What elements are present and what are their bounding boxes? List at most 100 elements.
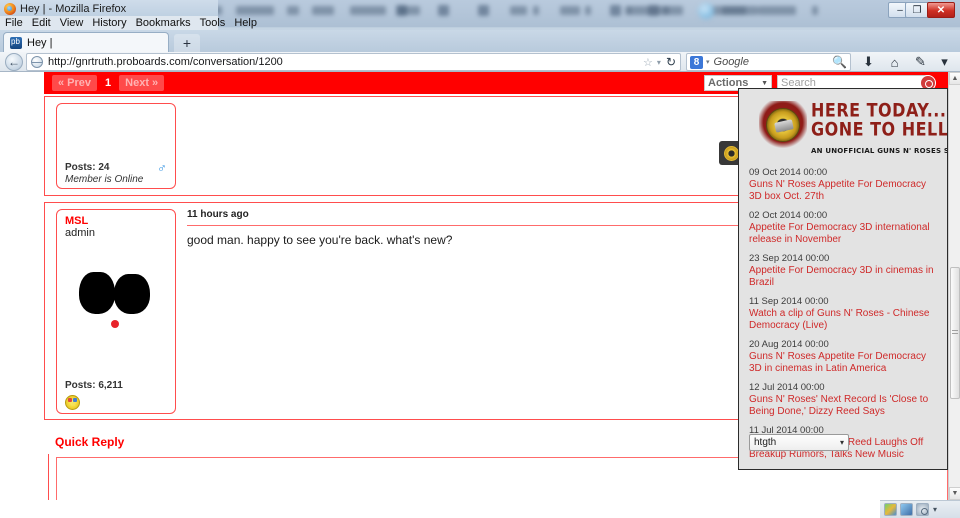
- news-link[interactable]: Appetite For Democracy 3D international …: [749, 222, 937, 246]
- firefox-menubar: File Edit View History Bookmarks Tools H…: [0, 16, 257, 30]
- menu-item-history[interactable]: History: [92, 17, 126, 29]
- menu-item-view[interactable]: View: [60, 17, 84, 29]
- maximize-button[interactable]: ❐: [905, 2, 929, 18]
- close-icon: ✕: [936, 4, 946, 16]
- browser-search-box[interactable]: 8 ▾ Google 🔍: [686, 53, 851, 71]
- logo-tagline: AN UNOFFICIAL GUNS N' ROSES SITE: [811, 147, 948, 155]
- news-item: 12 Jul 2014 00:00 Guns N' Roses' Next Re…: [749, 382, 937, 418]
- news-date: 23 Sep 2014 00:00: [749, 253, 830, 264]
- news-item: 11 Sep 2014 00:00 Watch a clip of Guns N…: [749, 296, 937, 332]
- tab-hey[interactable]: Hey |: [3, 32, 169, 52]
- plus-icon: +: [182, 35, 192, 51]
- post-author-name-2[interactable]: MSL: [57, 210, 175, 227]
- logo-line-2: GONE TO HELL!: [811, 118, 948, 141]
- search-icon[interactable]: 🔍: [832, 55, 847, 69]
- pagination: « Prev 1 Next »: [52, 75, 165, 91]
- navigation-toolbar: ← http://gnrtruth.proboards.com/conversa…: [0, 52, 960, 72]
- chevron-down-icon: ▾: [839, 438, 844, 447]
- news-date: 02 Oct 2014 00:00: [749, 210, 828, 221]
- chevron-down-icon: ▼: [951, 490, 959, 497]
- tab-strip: Hey | +: [0, 30, 960, 52]
- menu-item-tools[interactable]: Tools: [200, 17, 226, 29]
- reload-icon[interactable]: ↻: [666, 55, 676, 69]
- back-button[interactable]: ←: [5, 53, 23, 71]
- chevron-up-icon: ▲: [951, 75, 959, 82]
- award-badge-icon: [65, 395, 80, 410]
- new-tab-button[interactable]: +: [174, 34, 200, 52]
- chevron-down-icon[interactable]: ▾: [657, 58, 661, 67]
- post-author-card-2: MSL admin Posts: 6,211: [56, 209, 176, 414]
- maximize-icon: ❐: [912, 4, 922, 16]
- download-icon: ⬇: [863, 54, 874, 69]
- post-author-card-1: Posts: 24 Member is Online ♂: [56, 103, 176, 189]
- menu-item-bookmarks[interactable]: Bookmarks: [136, 17, 191, 29]
- address-bar[interactable]: http://gnrtruth.proboards.com/conversati…: [26, 53, 681, 71]
- scrollbar-grip-icon: [952, 330, 958, 336]
- tray-network-icon[interactable]: [884, 503, 897, 516]
- home-button[interactable]: ⌂: [886, 54, 903, 70]
- news-date: 11 Sep 2014 00:00: [749, 296, 829, 307]
- news-link[interactable]: Guns N' Roses Appetite For Democracy 3D …: [749, 179, 937, 203]
- news-link[interactable]: Appetite For Democracy 3D in cinemas in …: [749, 265, 937, 289]
- news-link[interactable]: Guns N' Roses Appetite For Democracy 3D …: [749, 351, 937, 375]
- url-text: http://gnrtruth.proboards.com/conversati…: [48, 56, 283, 68]
- news-link[interactable]: Guns N' Roses' Next Record Is 'Close to …: [749, 394, 937, 418]
- system-tray: ▾: [880, 500, 960, 518]
- news-item: 23 Sep 2014 00:00 Appetite For Democracy…: [749, 253, 937, 289]
- news-item: 02 Oct 2014 00:00 Appetite For Democracy…: [749, 210, 937, 246]
- chevron-down-icon: ▼: [761, 79, 768, 87]
- scrollbar-thumb[interactable]: [950, 267, 960, 399]
- post-author-rank-2: admin: [65, 227, 95, 239]
- prev-page-button[interactable]: « Prev: [52, 75, 98, 91]
- page-scrollbar[interactable]: ▲ ▼: [948, 72, 960, 500]
- proboards-favicon-icon: [10, 36, 22, 49]
- news-item: 20 Aug 2014 00:00 Guns N' Roses Appetite…: [749, 339, 937, 375]
- bookmarks-button[interactable]: ✎: [912, 54, 929, 70]
- window-title-text: Hey | - Mozilla Firefox: [20, 3, 127, 15]
- scroll-down-button[interactable]: ▼: [949, 487, 960, 500]
- site-logo-text: HERE TODAY... GONE TO HELL! AN UNOFFICIA…: [811, 99, 948, 155]
- tab-title: Hey |: [27, 36, 53, 49]
- site-logo: HERE TODAY... GONE TO HELL! AN UNOFFICIA…: [759, 97, 947, 159]
- tray-display-icon[interactable]: [900, 503, 913, 516]
- search-engine-label: Google: [713, 56, 749, 68]
- news-panel: HERE TODAY... GONE TO HELL! AN UNOFFICIA…: [738, 88, 948, 470]
- back-arrow-icon: ←: [8, 55, 20, 69]
- avatar: [79, 272, 159, 328]
- home-icon: ⌂: [890, 54, 899, 70]
- post-message-2: good man. happy to see you're back. what…: [187, 233, 453, 247]
- globe-icon: [31, 56, 43, 68]
- page-bottom-strip: [0, 500, 880, 518]
- downloads-button[interactable]: ⬇: [860, 54, 877, 70]
- news-date: 20 Aug 2014 00:00: [749, 339, 829, 350]
- tray-settings-gear-icon[interactable]: [916, 503, 929, 516]
- news-link[interactable]: Watch a clip of Guns N' Roses - Chinese …: [749, 308, 937, 332]
- menu-item-edit[interactable]: Edit: [32, 17, 51, 29]
- guns-n-roses-emblem-icon: [759, 101, 807, 149]
- toolbar-overflow-button[interactable]: ▾: [936, 54, 953, 70]
- menu-item-help[interactable]: Help: [234, 17, 257, 29]
- menu-item-file[interactable]: File: [5, 17, 23, 29]
- current-page-label: 1: [105, 77, 112, 89]
- google-badge-icon: 8: [690, 55, 703, 69]
- news-list: 09 Oct 2014 00:00 Guns N' Roses Appetite…: [749, 167, 937, 468]
- next-page-button[interactable]: Next »: [119, 75, 165, 91]
- news-date: 09 Oct 2014 00:00: [749, 167, 828, 178]
- gender-male-icon: ♂: [157, 160, 167, 175]
- member-status-1: Member is Online: [65, 174, 144, 185]
- minimize-icon: –: [897, 4, 903, 16]
- news-panel-select[interactable]: htgth ▾: [749, 434, 849, 451]
- bookmark-star-icon[interactable]: ☆: [643, 56, 653, 69]
- page-left-gutter: [0, 72, 44, 518]
- close-window-button[interactable]: ✕: [927, 2, 955, 18]
- gnr-emblem-icon: [723, 145, 739, 161]
- bookmarks-icon: ✎: [915, 54, 926, 69]
- screen-root: Hey | - Mozilla Firefox – ❐ ✕ File Edit …: [0, 0, 960, 518]
- tray-overflow-icon[interactable]: ▾: [933, 505, 937, 514]
- chevron-down-icon: ▾: [941, 54, 948, 69]
- post-count-1: Posts: 24: [65, 162, 110, 173]
- firefox-logo-icon: [4, 3, 16, 15]
- scroll-up-button[interactable]: ▲: [949, 72, 960, 85]
- news-date: 12 Jul 2014 00:00: [749, 382, 825, 393]
- search-engine-chevron-icon[interactable]: ▾: [706, 58, 710, 66]
